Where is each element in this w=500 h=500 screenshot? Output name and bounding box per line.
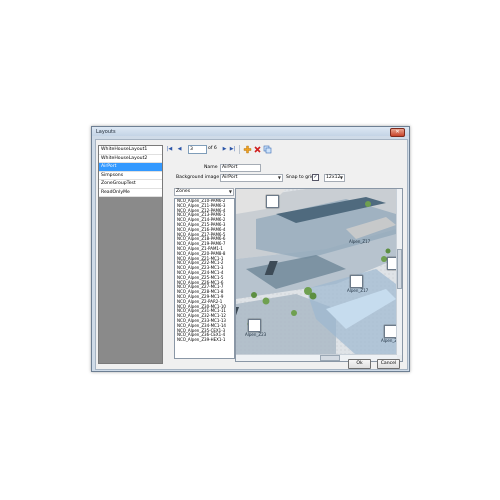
layout-item[interactable]: Simpsons <box>99 171 162 180</box>
horizontal-scrollbar[interactable] <box>236 354 397 361</box>
pin-label: Alpen_Z23 <box>245 332 267 337</box>
grid-size-select[interactable]: 12x12 ▼ <box>324 174 345 182</box>
device-pin[interactable] <box>266 195 279 208</box>
background-image-value: AirPort <box>222 175 238 180</box>
zones-filter-value: Zones <box>176 189 191 194</box>
zone-item[interactable]: NCO_Alpen_Z39-HEX1-1 <box>175 337 234 343</box>
vertical-scrollbar[interactable] <box>396 189 402 355</box>
window-title: Layouts <box>96 129 116 135</box>
layout-item[interactable]: WhiteHouseLayout1 <box>99 146 162 155</box>
page-count-label: of 6 <box>208 146 217 151</box>
chevron-down-icon: ▼ <box>277 175 281 180</box>
zone-list[interactable]: NCO_Alpen_Z10-PAM6-2 NCO_Alpen_Z11-PAM6-… <box>174 198 235 359</box>
grid-size-value: 12x12 <box>326 175 341 180</box>
chevron-down-icon: ▼ <box>339 175 343 180</box>
chevron-down-icon: ▼ <box>228 189 232 194</box>
last-page-button[interactable]: ▶| <box>229 146 236 153</box>
ok-button[interactable]: Ok <box>348 359 371 369</box>
navigation-toolbar: |◀ ◀ 3 of 6 ▶ ▶| <box>166 145 316 154</box>
zones-filter-select[interactable]: Zones ▼ <box>174 188 234 196</box>
device-pin[interactable] <box>248 319 261 332</box>
pin-label-2: Alpen_Z17 <box>349 239 371 244</box>
layout-item-selected[interactable]: AirPort <box>99 163 162 172</box>
page-number-input[interactable]: 3 <box>188 145 207 154</box>
name-field[interactable]: AirPort <box>220 164 261 172</box>
layout-item[interactable]: WhiteHouseLayout2 <box>99 154 162 163</box>
add-icon[interactable] <box>243 145 252 156</box>
prev-page-button[interactable]: ◀ <box>176 146 183 153</box>
snap-to-grid-label: Snap to grid <box>286 175 315 180</box>
layouts-dialog: Layouts ✕ WhiteHouseLayout1 WhiteHouseLa… <box>91 126 410 372</box>
dialog-client: WhiteHouseLayout1 WhiteHouseLayout2 AirP… <box>95 139 408 370</box>
vertical-scroll-thumb[interactable] <box>397 249 402 289</box>
title-bar[interactable]: Layouts ✕ <box>92 127 409 137</box>
first-page-button[interactable]: |◀ <box>166 146 173 153</box>
horizontal-scroll-thumb[interactable] <box>320 355 340 361</box>
delete-icon[interactable] <box>253 145 262 156</box>
pin-label: Alpen_Z17 <box>347 288 369 293</box>
next-page-button[interactable]: ▶ <box>221 146 228 153</box>
layout-item[interactable]: ReadOnlyMe <box>99 188 162 197</box>
copy-icon[interactable] <box>263 145 272 156</box>
toolbar-separator <box>239 145 240 154</box>
layout-list[interactable]: WhiteHouseLayout1 WhiteHouseLayout2 AirP… <box>98 145 163 364</box>
cancel-button[interactable]: Cancel <box>377 359 400 369</box>
layout-item[interactable]: ZoneGroupTest <box>99 180 162 189</box>
background-image-select[interactable]: AirPort ▼ <box>220 174 283 182</box>
snap-to-grid-checkbox[interactable]: ✓ <box>312 174 319 181</box>
device-pin[interactable] <box>350 275 363 288</box>
layout-canvas[interactable]: Alpen_Z17 Alpen_Z17 Alpen_Z23 Alpen_Z <box>235 188 403 362</box>
name-label: Name <box>204 165 218 170</box>
close-button[interactable]: ✕ <box>390 128 405 137</box>
pin-label: Alpen_Z <box>381 338 398 343</box>
background-image-label: Background image <box>176 175 220 180</box>
